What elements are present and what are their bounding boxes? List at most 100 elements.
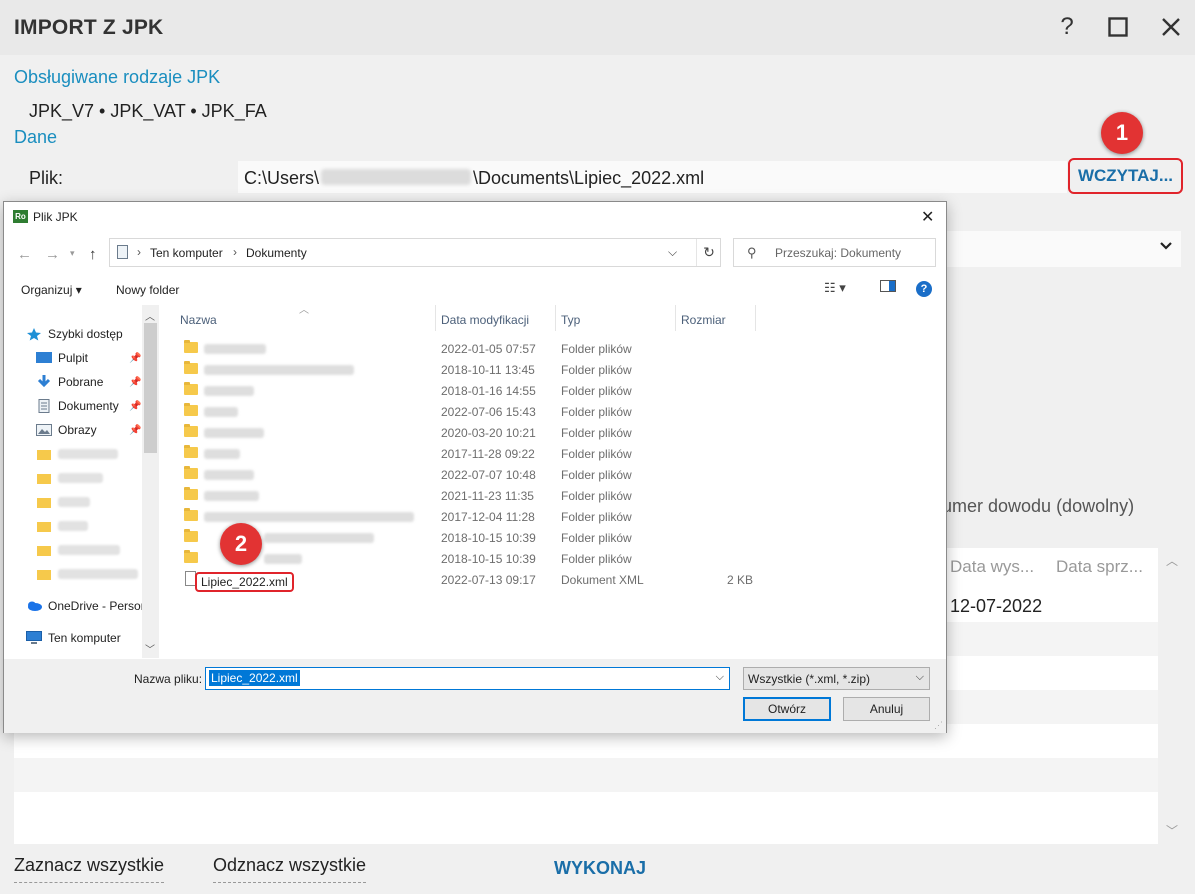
recent-locations-icon[interactable]: ▾ <box>70 248 75 259</box>
file-date: 2020-03-20 10:21 <box>441 426 536 440</box>
nav-item-pictures[interactable]: Obrazy <box>36 420 97 440</box>
list-item[interactable]: 2022-01-05 07:57 Folder plików <box>164 338 764 359</box>
organize-menu[interactable]: Organizuj ▾ <box>21 283 82 297</box>
list-item[interactable]: 2017-11-28 09:22 Folder plików <box>164 443 764 464</box>
pin-icon[interactable]: 📌 <box>129 425 141 436</box>
column-issue-date[interactable]: Data wys... <box>950 557 1034 577</box>
execute-button[interactable]: WYKONAJ <box>554 858 646 879</box>
file-date: 2021-11-23 11:35 <box>441 489 534 503</box>
load-file-button[interactable]: WCZYTAJ... <box>1068 158 1183 194</box>
scroll-up-icon[interactable]: ︿ <box>1166 552 1178 569</box>
nav-item-folder[interactable] <box>36 444 118 464</box>
list-item[interactable]: 2018-01-16 14:55 Folder plików <box>164 380 764 401</box>
scrollbar-thumb[interactable] <box>144 323 157 453</box>
address-bar[interactable]: › Ten komputer › Dokumenty ⌵ ↻ <box>109 238 721 267</box>
dialog-close-button[interactable]: ✕ <box>921 207 934 227</box>
column-size[interactable]: Rozmiar <box>681 313 726 327</box>
maximize-button[interactable] <box>1101 10 1135 44</box>
nav-item-folder[interactable] <box>36 564 138 584</box>
search-icon: ⚲ <box>747 245 757 260</box>
view-options-icon[interactable]: ☷ ▾ <box>824 280 846 296</box>
nav-item-folder[interactable] <box>36 492 90 512</box>
file-label: Plik: <box>29 168 64 188</box>
column-sale-date[interactable]: Data sprz... <box>1056 557 1143 577</box>
search-placeholder: Przeszukaj: Dokumenty <box>775 246 902 260</box>
breadcrumb-this-pc[interactable]: Ten komputer <box>150 246 223 260</box>
search-input[interactable]: ⚲ Przeszukaj: Dokumenty <box>733 238 936 267</box>
nav-item-onedrive[interactable]: OneDrive - Persor <box>26 596 145 616</box>
deselect-all-button[interactable]: Odznacz wszystkie <box>213 855 367 883</box>
background-dropdown[interactable] <box>940 231 1181 267</box>
nav-item-desktop[interactable]: Pulpit <box>36 348 88 368</box>
filetype-value: Wszystkie (*.xml, *.zip) <box>748 672 871 686</box>
redacted-folder-name <box>58 473 103 483</box>
help-button[interactable]: ? <box>1050 10 1084 44</box>
column-date-modified[interactable]: Data modyfikacji <box>441 313 529 327</box>
nav-item-label: Ten komputer <box>48 631 121 645</box>
resize-grip-icon[interactable]: ⋰ <box>934 720 943 731</box>
redacted-file-name <box>204 344 266 354</box>
nav-item-label: Pulpit <box>58 351 89 365</box>
open-button[interactable]: Otwórz <box>743 697 831 721</box>
redacted-file-name <box>264 533 374 543</box>
cancel-button[interactable]: Anuluj <box>843 697 930 721</box>
file-type: Folder plików <box>561 363 632 377</box>
list-item[interactable]: 2018-10-11 13:45 Folder plików <box>164 359 764 380</box>
list-item[interactable]: 2022-07-06 15:43 Folder plików <box>164 401 764 422</box>
nav-scrollbar[interactable]: ︿ ﹀ <box>142 305 159 658</box>
sort-ascending-icon: ︿ <box>299 305 309 316</box>
file-date: 2022-07-07 10:48 <box>441 468 536 482</box>
up-icon[interactable]: ↑ <box>89 246 97 263</box>
nav-item-downloads[interactable]: Pobrane <box>36 372 103 392</box>
xml-file-name[interactable]: Lipiec_2022.xml <box>195 572 294 592</box>
filename-input[interactable]: Lipiec_2022.xml ⌵ <box>205 667 730 690</box>
column-name[interactable]: Nazwa <box>180 313 217 327</box>
filetype-select[interactable]: Wszystkie (*.xml, *.zip) ⌵ <box>743 667 930 690</box>
column-divider[interactable] <box>755 305 756 331</box>
new-folder-button[interactable]: Nowy folder <box>116 283 179 297</box>
nav-item-label: OneDrive - Persor <box>48 599 145 613</box>
list-item[interactable]: 2017-12-04 11:28 Folder plików <box>164 506 764 527</box>
nav-item-folder[interactable] <box>36 540 120 560</box>
pin-icon[interactable]: 📌 <box>129 377 141 388</box>
file-type: Folder plików <box>561 552 632 566</box>
column-type[interactable]: Typ <box>561 313 580 327</box>
list-item[interactable]: 2022-07-07 10:48 Folder plików <box>164 464 764 485</box>
scroll-down-icon[interactable]: ﹀ <box>1166 822 1178 839</box>
column-divider[interactable] <box>555 305 556 331</box>
navigation-pane: Szybki dostęp Pulpit Pobrane Dokumenty O… <box>4 305 159 658</box>
file-path-field[interactable]: C:\Users\ \Documents\Lipiec_2022.xml <box>238 161 1067 193</box>
redacted-file-name <box>204 491 259 501</box>
computer-icon <box>26 631 42 645</box>
list-item[interactable]: 2020-03-20 10:21 Folder plików <box>164 422 764 443</box>
help-icon[interactable]: ? <box>916 281 932 297</box>
file-path-prefix: C:\Users\ <box>244 168 320 188</box>
nav-item-this-pc[interactable]: Ten komputer <box>26 628 121 648</box>
scroll-up-icon[interactable]: ︿ <box>145 308 155 323</box>
scroll-down-icon[interactable]: ﹀ <box>145 641 155 656</box>
preview-pane-icon[interactable] <box>880 280 896 295</box>
breadcrumb-documents[interactable]: Dokumenty <box>246 246 307 260</box>
back-icon[interactable]: ← <box>17 246 32 263</box>
nav-item-quick-access[interactable]: Szybki dostęp <box>26 324 123 344</box>
document-icon <box>36 399 52 413</box>
pin-icon[interactable]: 📌 <box>129 353 141 364</box>
folder-icon <box>36 567 52 581</box>
nav-item-documents[interactable]: Dokumenty <box>36 396 119 416</box>
column-divider[interactable] <box>675 305 676 331</box>
select-all-button[interactable]: Zaznacz wszystkie <box>14 855 165 883</box>
nav-item-folder[interactable] <box>36 516 88 536</box>
nav-item-folder[interactable] <box>36 468 103 488</box>
chevron-down-icon[interactable]: ⌵ <box>716 671 724 684</box>
table-scrollbar[interactable]: ︿ ﹀ <box>1162 548 1182 844</box>
pin-icon[interactable]: 📌 <box>129 401 141 412</box>
column-divider[interactable] <box>435 305 436 331</box>
table-row <box>14 758 1158 792</box>
list-item[interactable]: 2021-11-23 11:35 Folder plików <box>164 485 764 506</box>
chevron-down-icon[interactable]: ⌵ <box>668 245 677 260</box>
file-path-text: C:\Users\ \Documents\Lipiec_2022.xml <box>244 168 704 189</box>
forward-icon[interactable]: → <box>45 246 60 263</box>
file-path-suffix: \Documents\Lipiec_2022.xml <box>473 168 705 188</box>
close-button[interactable] <box>1154 10 1188 44</box>
refresh-icon[interactable]: ↻ <box>696 239 721 266</box>
